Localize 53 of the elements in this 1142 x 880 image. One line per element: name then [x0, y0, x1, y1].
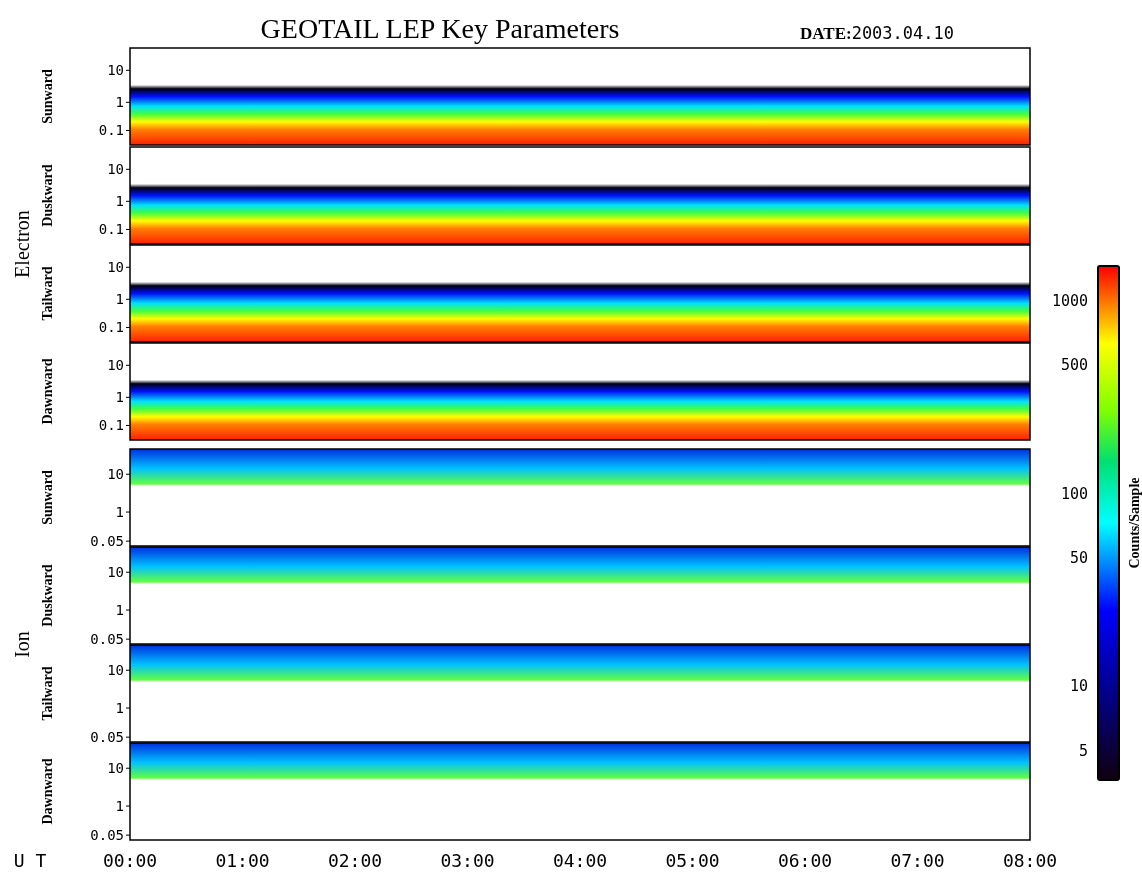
x-tick-label: 08:00 — [1002, 850, 1058, 871]
axis-label: U T — [13, 850, 47, 871]
y-tick-label: 10 — [107, 62, 124, 79]
y-tick-label: 1 — [115, 602, 124, 619]
x-tick-label: 01:00 — [215, 850, 270, 871]
direction-label: Sunward — [40, 69, 55, 124]
y-tick-label: 1 — [115, 94, 124, 111]
x-tick-label: 00:00 — [102, 850, 158, 871]
y-tick-label: 1 — [115, 193, 124, 210]
y-tick-label: 0.1 — [98, 221, 124, 238]
x-tick-label: 03:00 — [440, 850, 495, 871]
y-tick-label: 1 — [115, 798, 124, 815]
y-tick-label: 1 — [115, 291, 124, 308]
colorbar-tick-label: 1000 — [1051, 292, 1088, 310]
y-tick-label: 0.1 — [98, 122, 124, 139]
date-label: DATE:2003.04.10 — [800, 23, 954, 43]
direction-label: Dawnward — [40, 358, 55, 425]
y-tick-label: 0.05 — [90, 729, 124, 746]
y-tick-label: 0.05 — [90, 533, 124, 550]
y-tick-label: 10 — [107, 466, 124, 483]
y-tick-label: 0.1 — [98, 319, 124, 336]
y-tick-label: 10 — [107, 662, 124, 679]
direction-label: Dawnward — [40, 758, 55, 825]
y-tick-label: 10 — [107, 357, 124, 374]
y-tick-label: 10 — [107, 259, 124, 276]
direction-label: Tailward — [40, 666, 55, 721]
y-tick-label: 1 — [115, 504, 124, 521]
y-tick-label: 10 — [107, 564, 124, 581]
y-tick-label: 0.05 — [90, 827, 124, 844]
direction-label: Duskward — [40, 164, 55, 227]
direction-label: Duskward — [40, 564, 55, 627]
species-label: Ion — [11, 631, 33, 658]
colorbar-tick-label: 5 — [1078, 742, 1088, 760]
colorbar-label: Counts/Sample — [1127, 477, 1142, 569]
x-tick-label: 06:00 — [777, 850, 833, 871]
x-tick-label: 07:00 — [890, 850, 945, 871]
direction-label: Tailward — [40, 266, 55, 321]
y-tick-label: 0.05 — [90, 631, 124, 648]
y-tick-label: 10 — [107, 760, 124, 777]
y-tick-label: 1 — [115, 389, 124, 406]
colorbar-tick-label: 100 — [1060, 485, 1088, 503]
y-tick-label: 10 — [107, 161, 124, 178]
plot-title: GEOTAIL LEP Key Parameters — [260, 13, 620, 44]
x-tick-label: 02:00 — [327, 850, 383, 871]
colorbar-tick-label: 10 — [1069, 677, 1088, 695]
y-tick-label: 1 — [115, 700, 124, 717]
colorbar-tick-label: 50 — [1069, 549, 1088, 567]
y-tick-label: 0.1 — [98, 417, 124, 434]
colorbar-tick-label: 500 — [1060, 356, 1088, 374]
direction-label: Sunward — [40, 470, 55, 525]
x-tick-label: 05:00 — [665, 850, 720, 871]
x-tick-label: 04:00 — [552, 850, 608, 871]
species-label: Electron — [11, 210, 33, 278]
